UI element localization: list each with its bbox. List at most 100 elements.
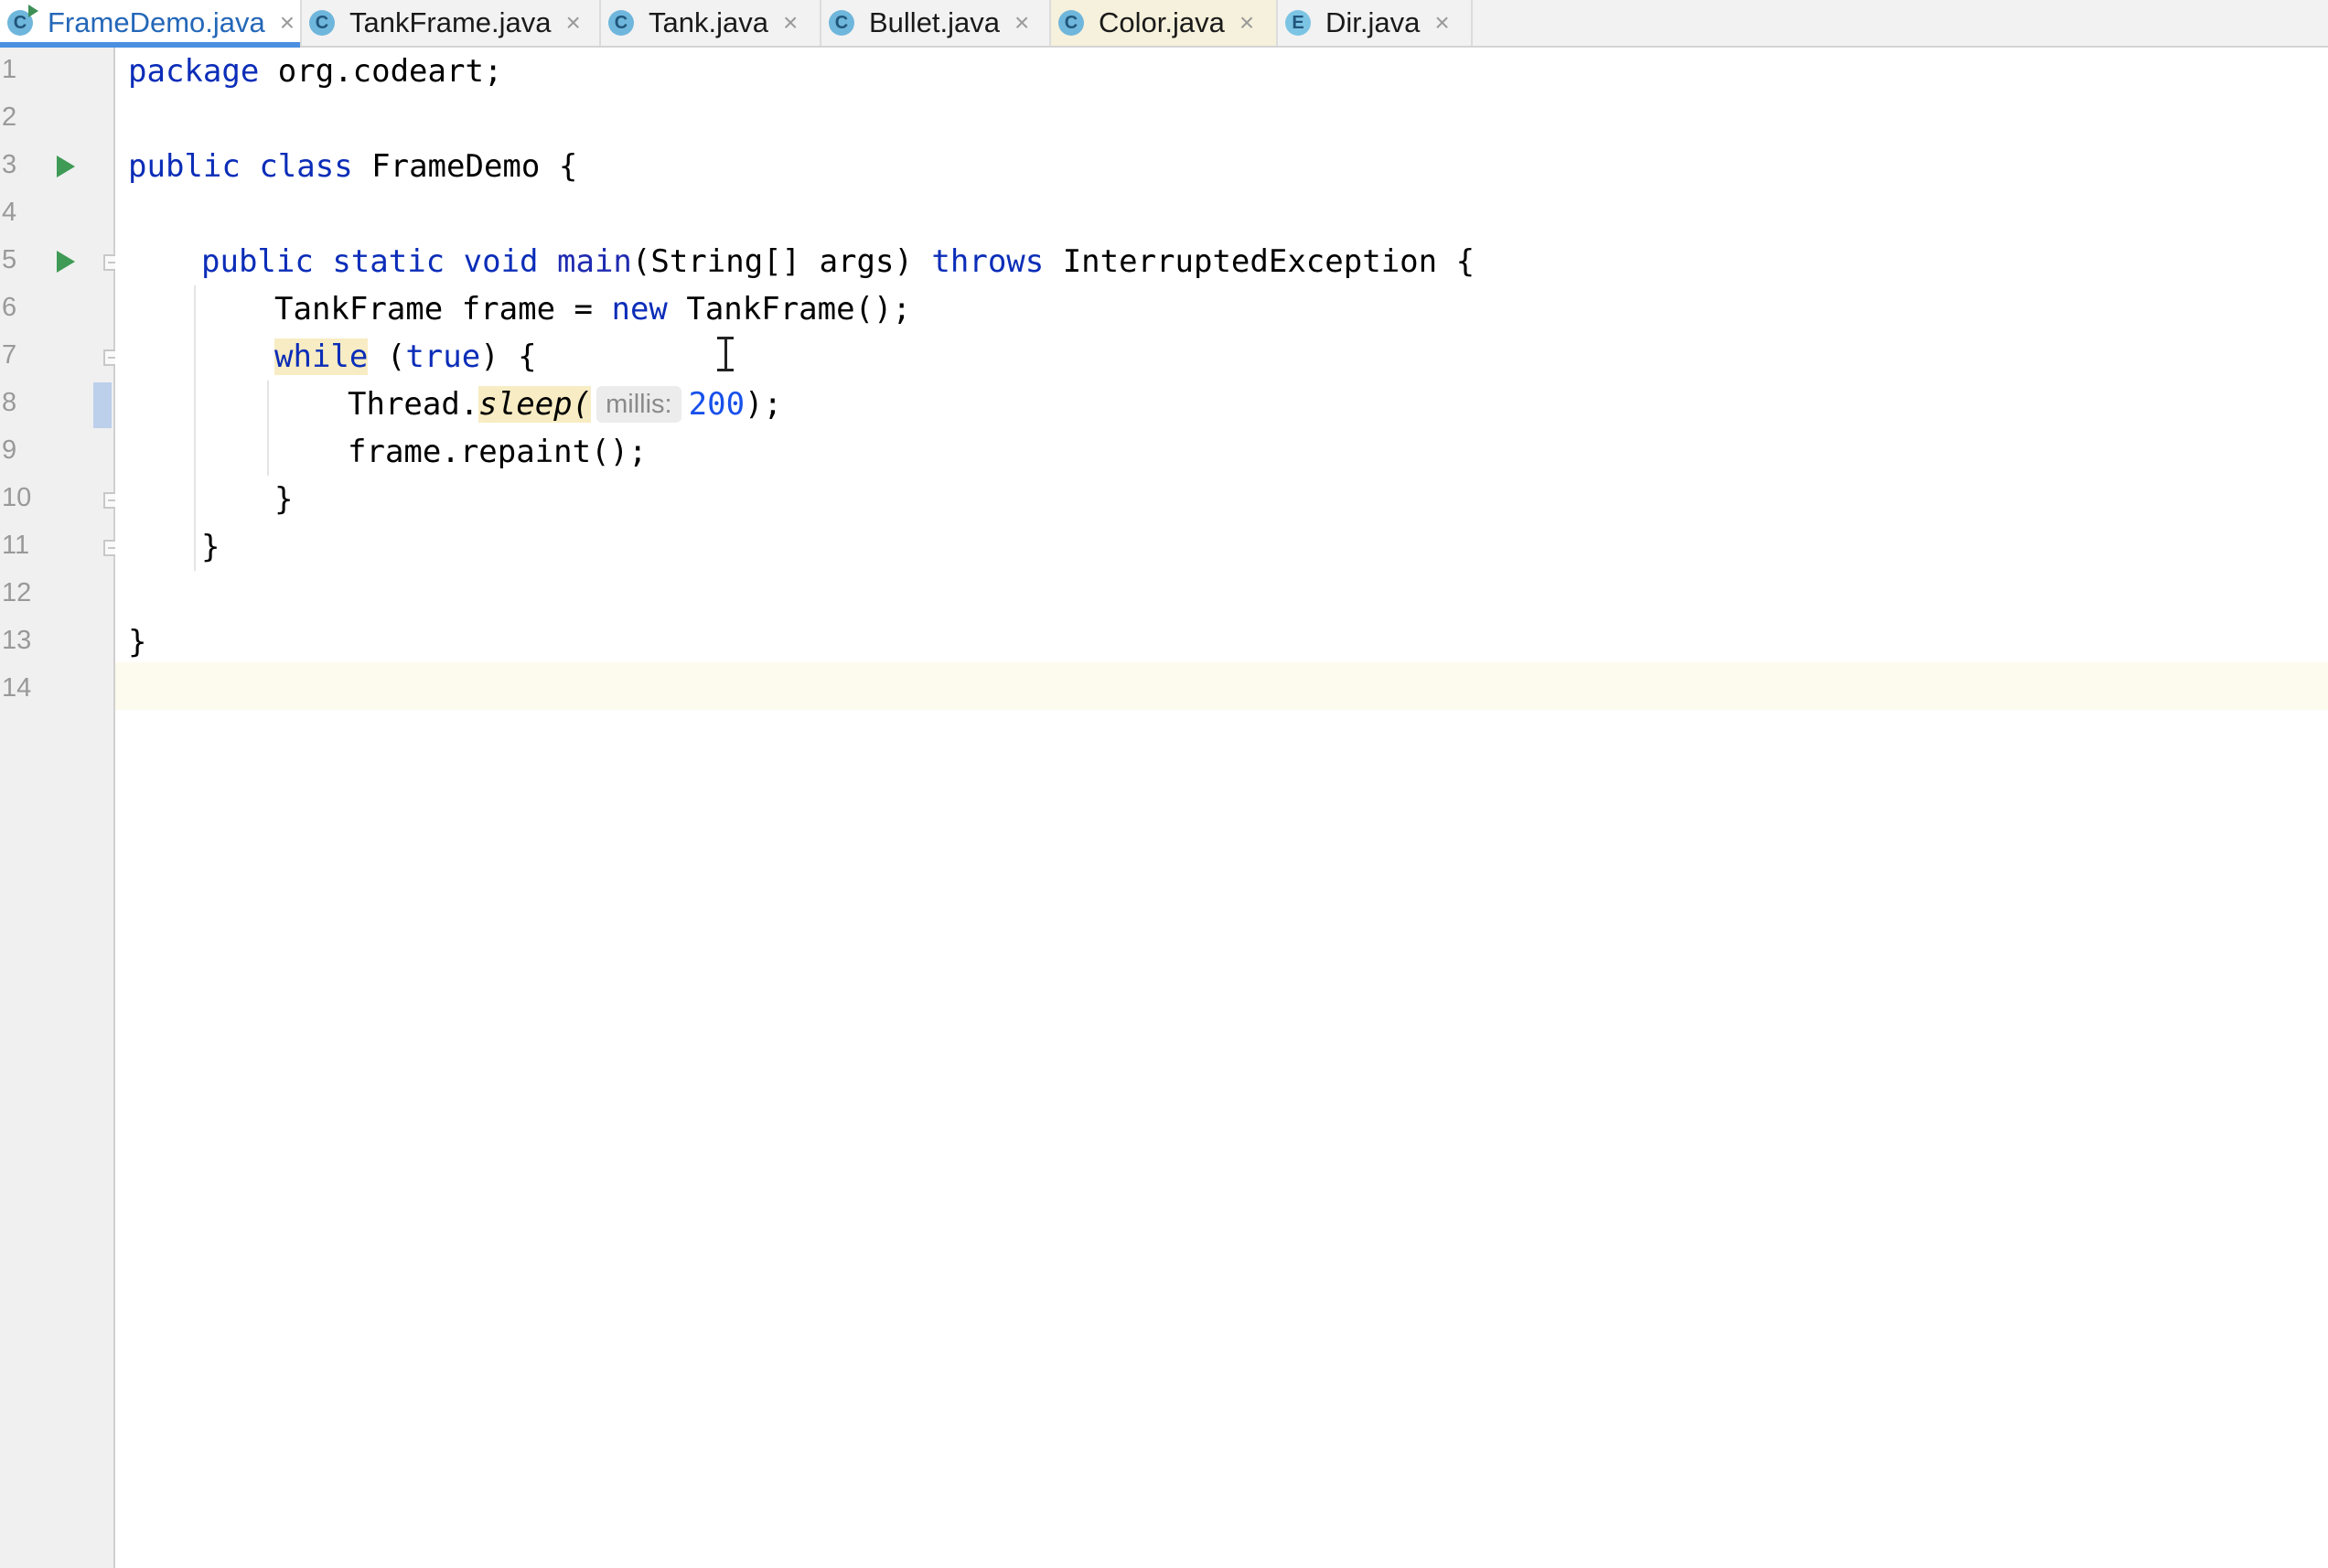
- code-line-10[interactable]: }: [274, 476, 293, 523]
- code-text: (: [368, 338, 406, 375]
- line-number: 5: [2, 245, 17, 274]
- line-number: 6: [2, 293, 17, 322]
- gutter-row: 4: [0, 190, 113, 238]
- line-number: 7: [2, 340, 17, 370]
- number-literal: 200: [688, 386, 746, 423]
- code-line-3[interactable]: public class FrameDemo {: [128, 143, 577, 190]
- keyword: public: [128, 148, 241, 185]
- enum-icon: E: [1285, 10, 1311, 36]
- tab-label: Dir.java: [1325, 6, 1421, 38]
- keyword: package: [128, 53, 260, 90]
- gutter-row: 3: [0, 143, 113, 190]
- editor-gutter[interactable]: 1 2 3 4 5 6 7 8 9 10 11 12 13 14: [0, 48, 120, 1568]
- keyword: true: [405, 338, 481, 375]
- code-text: }: [274, 481, 294, 518]
- code-line-9[interactable]: frame.repaint();: [348, 428, 648, 476]
- gutter-row: 14: [0, 666, 113, 714]
- keyword: public: [201, 243, 314, 280]
- indent-guide: [194, 285, 196, 571]
- text-cursor-icon: [713, 337, 737, 371]
- tab-label: TankFrame.java: [349, 6, 552, 38]
- gutter-row: 7: [0, 333, 120, 381]
- code-editor[interactable]: package org.codeart; public class FrameD…: [115, 48, 2328, 1568]
- close-icon[interactable]: ×: [783, 10, 798, 36]
- method-call-highlighted: sleep(: [478, 386, 592, 423]
- run-class-icon[interactable]: [57, 156, 75, 177]
- keyword-highlighted: while: [274, 338, 369, 375]
- line-number: 11: [2, 531, 30, 560]
- line-number: 10: [2, 483, 32, 512]
- code-text: frame.repaint();: [348, 434, 648, 470]
- code-text: InterruptedException {: [1044, 243, 1475, 280]
- class-icon: C: [829, 10, 854, 36]
- code-line-1[interactable]: package org.codeart;: [128, 48, 502, 95]
- keyword: void: [463, 243, 539, 280]
- code-text: Thread.: [348, 386, 479, 423]
- code-text: }: [201, 529, 220, 565]
- code-line-11[interactable]: }: [201, 523, 220, 571]
- code-text: );: [745, 386, 782, 423]
- class-icon: C: [309, 10, 335, 36]
- class-icon: C: [1058, 10, 1084, 36]
- gutter-row: 1: [0, 48, 113, 95]
- gutter-row: 5: [0, 238, 120, 285]
- close-icon[interactable]: ×: [1014, 10, 1029, 36]
- keyword: static: [332, 243, 445, 280]
- code-text: TankFrame();: [667, 291, 911, 328]
- line-number: 14: [2, 673, 32, 703]
- parameter-hint: millis:: [596, 386, 681, 423]
- code-text: ) {: [480, 338, 537, 375]
- close-icon[interactable]: ×: [566, 10, 581, 36]
- code-text: org.codeart;: [259, 53, 503, 90]
- tab-tankframe-java[interactable]: C TankFrame.java ×: [302, 0, 601, 46]
- keyword: throws: [931, 243, 1045, 280]
- line-number: 8: [2, 388, 17, 417]
- tab-framedemo-java[interactable]: C FrameDemo.java ×: [0, 0, 302, 48]
- code-text: }: [128, 624, 147, 660]
- code-text: TankFrame frame =: [274, 291, 612, 328]
- tab-tank-java[interactable]: C Tank.java ×: [601, 0, 821, 46]
- gutter-row: 11: [0, 523, 120, 571]
- code-text: FrameDemo {: [352, 148, 578, 185]
- code-text: (String[] args): [631, 243, 932, 280]
- gutter-row: 8: [0, 381, 113, 428]
- run-main-icon[interactable]: [57, 251, 75, 273]
- line-number: 9: [2, 435, 17, 465]
- line-number: 13: [2, 626, 32, 655]
- keyword: class: [259, 148, 353, 185]
- code-line-5[interactable]: public static void main(String[] args) t…: [201, 238, 1475, 285]
- tab-color-java[interactable]: C Color.java ×: [1051, 0, 1278, 46]
- indent-guide: [267, 381, 269, 476]
- vcs-change-marker[interactable]: [93, 382, 112, 428]
- gutter-row: 6: [0, 285, 113, 333]
- tab-bullet-java[interactable]: C Bullet.java ×: [821, 0, 1051, 46]
- current-line-highlight: [115, 662, 2328, 710]
- tab-dir-java[interactable]: E Dir.java ×: [1278, 0, 1473, 46]
- line-number: 2: [2, 102, 17, 132]
- line-number: 1: [2, 55, 17, 84]
- gutter-row: 13: [0, 618, 113, 666]
- line-number: 12: [2, 578, 32, 607]
- close-icon[interactable]: ×: [280, 10, 295, 36]
- gutter-row: 9: [0, 428, 113, 476]
- close-icon[interactable]: ×: [1239, 10, 1254, 36]
- gutter-row: 2: [0, 95, 113, 143]
- code-line-7[interactable]: while (true) {: [274, 333, 537, 381]
- editor-tab-bar: C FrameDemo.java × C TankFrame.java × C …: [0, 0, 2328, 48]
- method-name: main: [557, 243, 632, 280]
- tab-label: Bullet.java: [869, 6, 1001, 38]
- gutter-row: 12: [0, 571, 113, 618]
- code-line-8[interactable]: Thread.sleep(millis: 200);: [348, 381, 782, 428]
- keyword: new: [611, 291, 668, 328]
- close-icon[interactable]: ×: [1434, 10, 1449, 36]
- tab-label: FrameDemo.java: [48, 6, 265, 38]
- tab-label: Color.java: [1099, 6, 1225, 38]
- tab-label: Tank.java: [649, 6, 768, 38]
- code-line-6[interactable]: TankFrame frame = new TankFrame();: [274, 285, 911, 333]
- gutter-row: 10: [0, 476, 120, 523]
- line-number: 3: [2, 150, 17, 179]
- line-number: 4: [2, 198, 17, 227]
- class-runnable-icon: C: [7, 5, 38, 36]
- code-line-13[interactable]: }: [128, 618, 146, 666]
- class-icon: C: [608, 10, 634, 36]
